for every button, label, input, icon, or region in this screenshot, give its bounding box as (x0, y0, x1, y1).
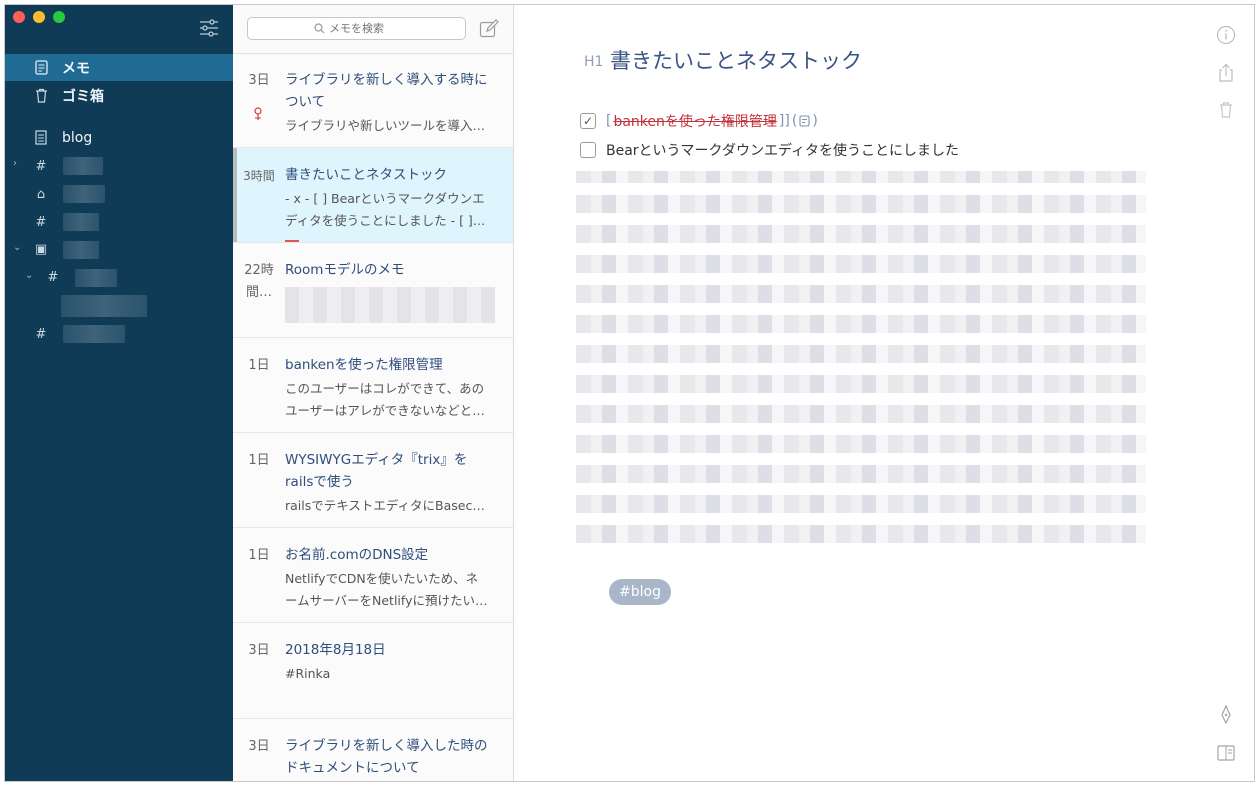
note-date: 22時 間… (244, 263, 274, 300)
note-link-icon[interactable]: () (792, 113, 818, 129)
sidebar: メモ ゴミ箱 blog › # ⌂ # ⌄ ▣ ⌄ # # (5, 5, 233, 781)
hashtag-chip[interactable]: #blog (609, 579, 671, 605)
trash-icon (33, 88, 49, 104)
minimize-window-button[interactable] (33, 11, 45, 23)
pen-icon[interactable] (1216, 705, 1236, 725)
search-bar (233, 5, 513, 54)
note-title: ライブラリを新しく導入する時に ついて (285, 72, 488, 110)
close-window-button[interactable] (13, 11, 25, 23)
trash-icon[interactable] (1216, 100, 1236, 120)
note-heading[interactable]: 書きたいことネタストック (610, 45, 862, 75)
pin-icon (254, 107, 262, 120)
chevron-down-icon[interactable]: ⌄ (25, 270, 33, 281)
note-title: ライブラリを新しく導入した時の ドキュメントについて (285, 738, 488, 776)
filter-settings-icon[interactable] (199, 19, 219, 37)
note-item[interactable]: 3日 2018年8月18日 #Rinka (233, 623, 513, 719)
home-icon: ⌂ (36, 186, 46, 202)
app-window: メモ ゴミ箱 blog › # ⌂ # ⌄ ▣ ⌄ # # メモを検索 3日 ラ… (4, 4, 1255, 782)
link-bracket-open: [ (606, 113, 612, 129)
sidebar-item-label: blog (62, 129, 93, 146)
search-icon (314, 23, 325, 34)
tag-icon: # (35, 214, 47, 230)
note-title: bankenを使った権限管理 (285, 357, 443, 373)
note-date: 1日 (248, 548, 270, 563)
obscured-tag[interactable] (75, 269, 117, 287)
todo-text[interactable]: Bearというマークダウンエディタを使うことにしました (606, 140, 959, 160)
note-title: お名前.comのDNS設定 (285, 547, 429, 563)
sidebar-item-label: メモ (62, 60, 90, 77)
chevron-down-icon[interactable]: ⌄ (13, 242, 21, 253)
note-date: 3日 (248, 643, 270, 658)
compose-icon[interactable] (479, 19, 499, 39)
info-icon[interactable] (1216, 25, 1236, 45)
sidebar-item-blog[interactable]: blog (5, 124, 233, 151)
note-item[interactable]: 3日 ライブラリを新しく導入する時に ついて ライブラリや新しいツールを導入… (233, 53, 513, 148)
note-icon (33, 60, 49, 76)
sidebar-item-trash[interactable]: ゴミ箱 (5, 82, 233, 109)
note-date: 1日 (248, 358, 270, 373)
obscured-tag[interactable] (61, 295, 147, 317)
note-title: 2018年8月18日 (285, 642, 386, 658)
obscured-tag[interactable] (63, 185, 105, 203)
todo-item: Bearというマークダウンエディタを使うことにしました (580, 138, 959, 162)
search-field[interactable] (247, 17, 466, 40)
note-date: 3日 (248, 739, 270, 754)
note-preview: #Rinka (285, 666, 331, 681)
note-preview: NetlifyでCDNを使いたいため、ネ ームサーバーをNetlifyに預けたい… (285, 571, 488, 608)
note-title: 書きたいことネタストック (285, 167, 447, 183)
obscured-content (576, 171, 1146, 543)
obscured-tag[interactable] (63, 157, 103, 175)
note-preview: railsでテキストエディタにBasec… (285, 498, 485, 513)
note-item[interactable]: 1日 WYSIWYGエディタ『trix』を railsで使う railsでテキス… (233, 433, 513, 528)
todo-checkbox-checked[interactable]: ✓ (580, 113, 596, 129)
note-item[interactable]: 1日 bankenを使った権限管理 このユーザーはコレができて、あの ユーザーは… (233, 338, 513, 433)
note-item[interactable]: 22時 間… Roomモデルのメモ (233, 243, 513, 338)
obscured-tag[interactable] (63, 213, 99, 231)
tag-icon: # (35, 158, 47, 174)
zoom-window-button[interactable] (53, 11, 65, 23)
note-item[interactable]: 1日 お名前.comのDNS設定 NetlifyでCDNを使いたいため、ネ ーム… (233, 528, 513, 623)
note-title: WYSIWYGエディタ『trix』を railsで使う (285, 452, 468, 490)
book-icon[interactable] (1216, 743, 1236, 763)
todo-checkbox[interactable] (580, 142, 596, 158)
selection-marker (285, 240, 299, 242)
note-preview: ライブラリや新しいツールを導入… (285, 118, 486, 133)
search-input[interactable] (329, 22, 399, 35)
notebook-icon (33, 130, 49, 146)
obscured-preview (285, 287, 495, 323)
note-date: 3日 (248, 73, 270, 88)
note-preview: - x - [ ] Bearというマークダウンエ ディタを使うことにしました -… (285, 191, 486, 228)
note-list: 3日 ライブラリを新しく導入する時に ついて ライブラリや新しいツールを導入… … (233, 5, 514, 781)
obscured-tag[interactable] (63, 241, 99, 259)
link-bracket-close: ]] (778, 113, 790, 129)
sidebar-item-notes[interactable]: メモ (5, 54, 233, 81)
share-icon[interactable] (1216, 63, 1236, 83)
editor[interactable]: H1 書きたいことネタストック ✓ [ bankenを使った権限管理 ]] ()… (514, 5, 1254, 781)
obscured-tag[interactable] (63, 325, 125, 343)
chevron-right-icon[interactable]: › (13, 158, 17, 169)
tag-icon: # (47, 269, 59, 285)
note-item[interactable]: 3日 ライブラリを新しく導入した時の ドキュメントについて (233, 719, 513, 781)
todo-text-done[interactable]: bankenを使った権限管理 (613, 111, 776, 131)
chip-icon: ▣ (34, 241, 48, 257)
sidebar-item-label: ゴミ箱 (62, 88, 104, 105)
note-date: 3時間 (243, 169, 275, 183)
note-preview: このユーザーはコレができて、あの ユーザーはアレができないなどと… (285, 381, 485, 418)
note-title: Roomモデルのメモ (285, 262, 405, 278)
todo-item: ✓ [ bankenを使った権限管理 ]] () (580, 109, 818, 133)
window-controls (13, 11, 65, 23)
note-item-selected[interactable]: 3時間 書きたいことネタストック - x - [ ] Bearというマークダウン… (233, 148, 513, 243)
heading-marker: H1 (584, 54, 604, 70)
note-date: 1日 (248, 453, 270, 468)
tag-icon: # (35, 326, 47, 342)
